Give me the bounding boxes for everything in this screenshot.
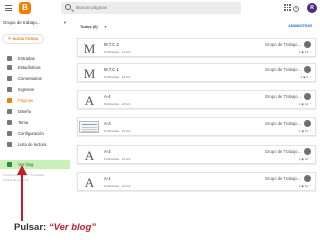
chevron-down-icon: ▼ [103,25,108,29]
post-title[interactable]: M.T.C 2 [104,42,119,47]
sidebar-item-view-blog[interactable]: Ver blog [0,160,70,169]
post-author: Grupo de Trabajo... [264,149,301,154]
post-thumbnail-image [79,121,99,133]
list-item[interactable]: M M.T.C 1 Publicadas · 22 feb Grupo de T… [77,63,316,82]
post-title[interactable]: A-2 [104,149,111,154]
sidebar-item-stats[interactable]: Estadísticas [0,63,70,72]
annotation-caption: Pulsar: “Ver blog” [14,222,96,233]
post-stats: 1 ◉ 10 ◔ [298,157,311,161]
blog-name: Grupo de trabajo... [3,20,41,25]
sidebar-item-label: Estadísticas [18,65,41,70]
sidebar-item-reading-list[interactable]: Lista de lectura [0,140,70,149]
list-item[interactable]: A A-1 Publicadas · 22 feb Grupo de Traba… [77,172,316,191]
author-avatar [304,120,311,127]
post-author: Grupo de Trabajo... [264,121,301,126]
posts-icon [7,56,12,61]
filter-dropdown[interactable]: Todos (6) ▼ [80,22,107,32]
sidebar-item-theme[interactable]: Tema [0,118,70,127]
stats-icon [7,65,12,70]
sidebar-item-label: Entradas [18,56,35,61]
search-icon [65,4,71,10]
post-stats: 1 ◉ 11 ◔ [298,129,311,133]
sidebar-item-earnings[interactable]: Ingresos [0,85,70,94]
list-item[interactable]: A-3 Publicadas · 22 feb Grupo de Trabajo… [77,117,316,136]
sidebar-item-posts[interactable]: Entradas [0,54,70,63]
list-item[interactable]: A A-2 Publicadas · 22 feb Grupo de Traba… [77,145,316,164]
post-thumbnail: M [83,40,96,56]
menu-icon[interactable] [5,5,12,12]
post-author: Grupo de Trabajo... [264,67,301,72]
annotation-arrow [21,173,23,221]
post-stats: 1 ◉ 12 ◔ [298,102,311,106]
post-status: Publicadas · 22 feb [104,184,131,188]
post-status: Publicadas · 22 feb [104,157,131,161]
view-blog-icon [7,162,12,167]
author-avatar [304,93,311,100]
apps-grid-icon[interactable] [284,4,291,11]
layout-icon [7,109,12,114]
post-status: Publicadas · 22 feb [104,102,131,106]
list-header: Todos (6) ▼ ADMINISTRAR [78,22,318,31]
sidebar-item-comments[interactable]: Comentarios [0,74,70,83]
filter-label: Todos (6) [80,24,98,29]
top-bar: B ? R [0,0,320,17]
list-item[interactable]: M M.T.C 2 Publicadas · 22 feb Grupo de T… [77,38,316,57]
sidebar-item-settings[interactable]: Configuración [0,129,70,138]
post-status: Publicadas · 22 feb [104,50,131,54]
help-icon[interactable]: ? [293,6,299,12]
sidebar-item-layout[interactable]: Diseño [0,107,70,116]
search-input[interactable] [76,2,226,14]
sidebar-item-label: Ingresos [18,87,35,92]
post-title[interactable]: A-3 [104,121,111,126]
post-author: Grupo de Trabajo... [264,94,301,99]
list-item[interactable]: A A-4 Publicadas · 22 feb Grupo de Traba… [77,90,316,109]
footer-content-policy-link[interactable]: Política de contenido [3,178,29,182]
new-page-button[interactable]: + NUEVA PÁGINA [3,35,43,43]
author-avatar [304,175,311,182]
post-thumbnail: A [84,92,95,108]
post-thumbnail: A [84,147,95,163]
post-stats: 1 ◉ 13 ◔ [298,50,311,54]
comments-icon [7,76,12,81]
sidebar-item-label: Diseño [18,109,32,114]
post-title[interactable]: A-1 [104,176,111,181]
post-status: Publicadas · 22 feb [104,75,131,79]
sidebar: Grupo de trabajo... ▼ + NUEVA PÁGINA Ent… [0,17,70,240]
account-avatar[interactable]: R [307,3,317,13]
post-author: Grupo de Trabajo... [264,176,301,181]
post-stats: 1 ◉ 9 ◔ [300,75,311,79]
blog-selector[interactable]: Grupo de trabajo... ▼ [3,19,67,27]
theme-icon [7,120,12,125]
chevron-down-icon: ▼ [63,20,67,25]
sidebar-item-pages[interactable]: Páginas [0,96,70,105]
post-thumbnail: A [84,174,95,190]
pages-icon [7,98,12,103]
post-stats: 1 ◉ 10 ◔ [298,184,311,188]
caption-target: “Ver blog” [48,222,97,233]
blogger-logo-icon[interactable]: B [19,2,31,14]
plus-icon: + [8,36,11,42]
caption-prefix: Pulsar: [14,222,49,233]
new-page-label: NUEVA PÁGINA [12,37,39,41]
post-status: Publicadas · 22 feb [104,129,131,133]
post-thumbnail: M [83,65,96,81]
settings-icon [7,131,12,136]
manage-button[interactable]: ADMINISTRAR [288,22,312,31]
sidebar-item-label: Comentarios [18,76,42,81]
post-author: Grupo de Trabajo... [264,42,301,47]
search-box[interactable]: ? [61,2,299,14]
sidebar-item-label: Páginas [18,98,34,103]
post-title[interactable]: M.T.C 1 [104,67,119,72]
sidebar-item-label: Configuración [18,131,44,136]
post-title[interactable]: A-4 [104,94,111,99]
reading-list-icon [7,142,12,147]
author-avatar [304,41,311,48]
author-avatar [304,148,311,155]
sidebar-item-label: Lista de lectura [18,142,47,147]
author-avatar [304,66,311,73]
sidebar-item-label: Tema [18,120,29,125]
earnings-icon [7,87,12,92]
